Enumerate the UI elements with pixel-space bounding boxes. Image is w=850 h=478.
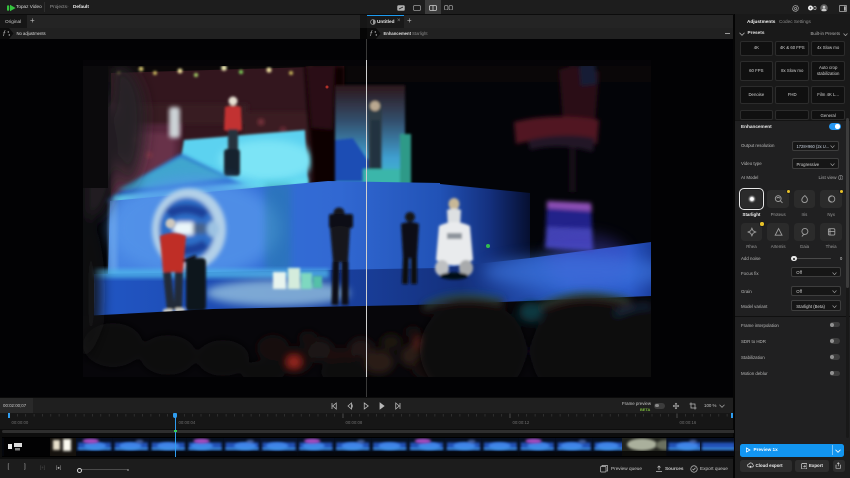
svg-text:00:00:16: 00:00:16 — [680, 420, 697, 425]
svg-text:00:00:00: 00:00:00 — [12, 420, 29, 425]
svg-text:00:00:08: 00:00:08 — [346, 420, 363, 425]
svg-text:00:00:04: 00:00:04 — [179, 420, 196, 425]
svg-text:00:00:12: 00:00:12 — [513, 420, 530, 425]
